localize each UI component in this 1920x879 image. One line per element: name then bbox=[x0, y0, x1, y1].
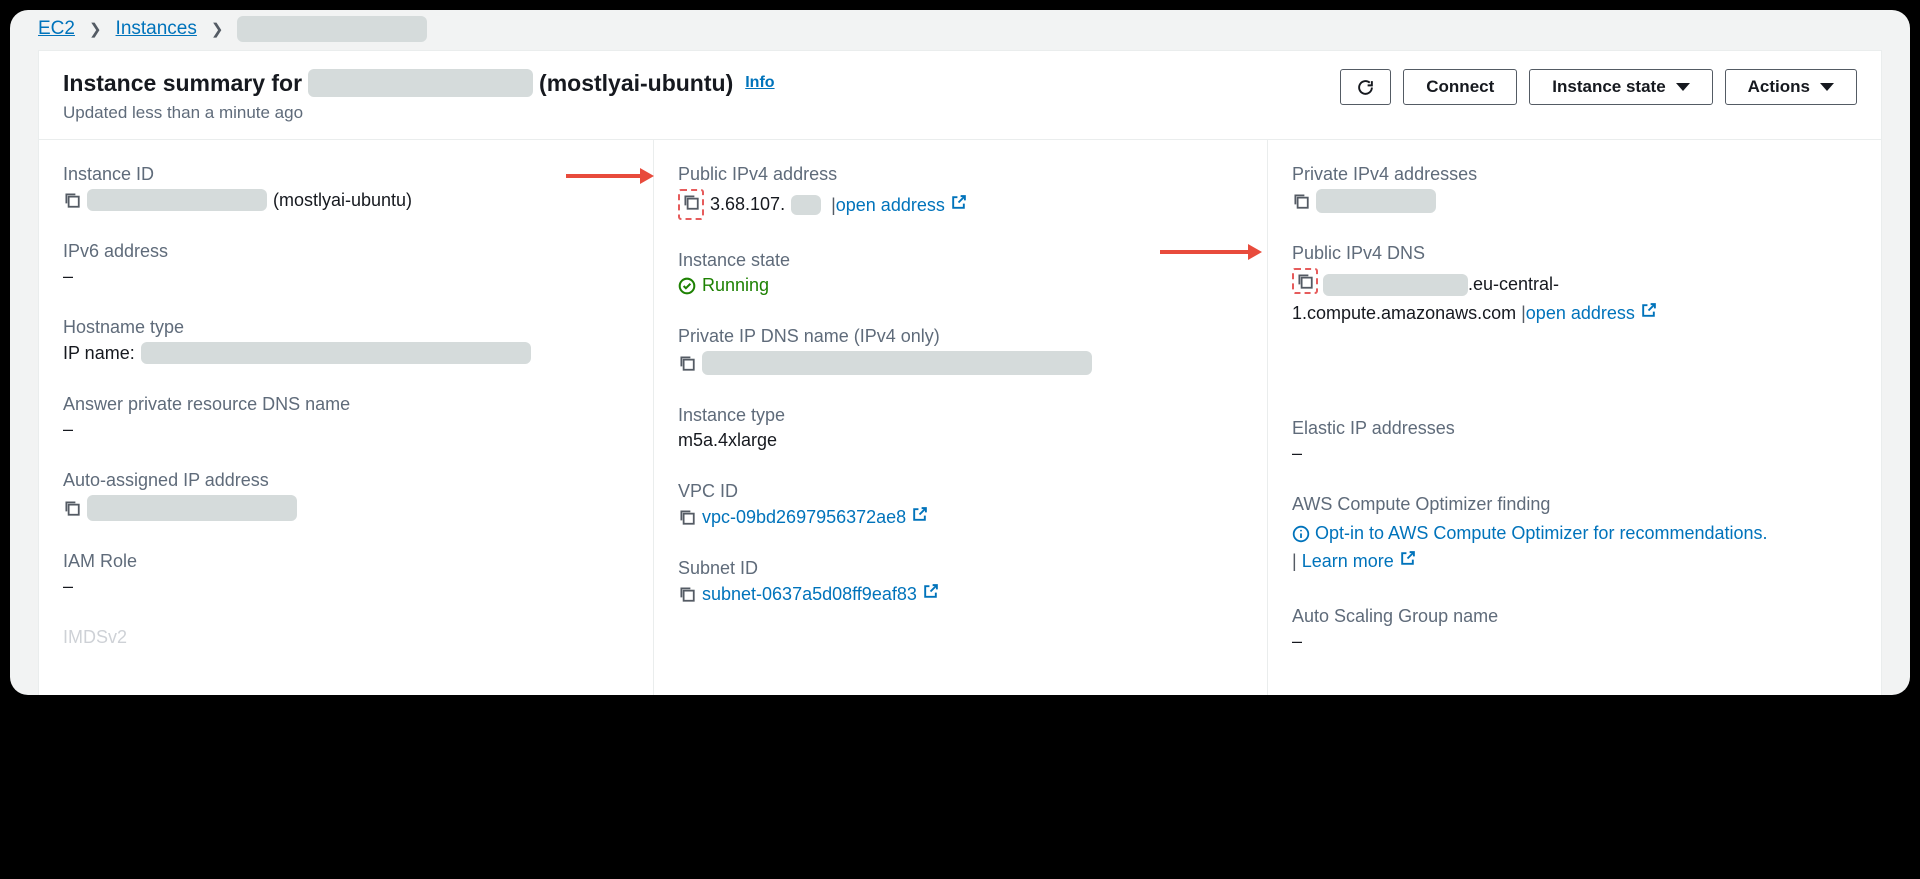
copy-icon[interactable] bbox=[63, 499, 81, 517]
private-ipv4-redacted bbox=[1316, 189, 1436, 213]
external-link-icon bbox=[922, 583, 939, 600]
refresh-icon bbox=[1357, 79, 1374, 96]
copy-icon[interactable] bbox=[1292, 192, 1310, 210]
label-public-dns: Public IPv4 DNS bbox=[1292, 243, 1857, 264]
chevron-right-icon: ❯ bbox=[211, 20, 224, 38]
auto-ip-redacted bbox=[87, 495, 297, 521]
breadcrumb: EC2 ❯ Instances ❯ bbox=[10, 10, 1910, 50]
breadcrumb-ec2[interactable]: EC2 bbox=[38, 18, 75, 40]
open-address-link[interactable]: open address bbox=[836, 195, 967, 215]
learn-more-link[interactable]: Learn more bbox=[1302, 551, 1416, 571]
value-answer-dns: – bbox=[63, 419, 629, 440]
info-circle-icon bbox=[1292, 525, 1310, 543]
copy-icon[interactable] bbox=[678, 354, 696, 372]
copy-icon[interactable] bbox=[678, 508, 696, 526]
instance-state-button[interactable]: Instance state bbox=[1529, 69, 1712, 105]
private-dns-redacted bbox=[702, 351, 1092, 375]
open-address-link[interactable]: open address bbox=[1526, 303, 1657, 323]
value-elastic-ip: – bbox=[1292, 443, 1857, 464]
label-subnet-id: Subnet ID bbox=[678, 558, 1243, 579]
copy-icon[interactable] bbox=[682, 193, 700, 211]
breadcrumb-instances[interactable]: Instances bbox=[116, 18, 197, 40]
label-private-dns: Private IP DNS name (IPv4 only) bbox=[678, 326, 1243, 347]
label-instance-type: Instance type bbox=[678, 405, 1243, 426]
value-ipv6: – bbox=[63, 266, 629, 287]
external-link-icon bbox=[911, 506, 928, 523]
page-title: Instance summary for (mostlyai-ubuntu) I… bbox=[63, 69, 775, 97]
label-instance-id: Instance ID bbox=[63, 164, 629, 185]
annotation-highlight bbox=[1292, 268, 1318, 294]
value-instance-type: m5a.4xlarge bbox=[678, 430, 1243, 451]
instance-id-redacted bbox=[87, 189, 267, 211]
hostname-redacted bbox=[141, 342, 531, 364]
optimizer-link[interactable]: Opt-in to AWS Compute Optimizer for reco… bbox=[1315, 523, 1768, 543]
public-ipv4-redacted bbox=[791, 195, 821, 215]
copy-icon[interactable] bbox=[678, 585, 696, 603]
label-iam-role: IAM Role bbox=[63, 551, 629, 572]
breadcrumb-instance-id-redacted bbox=[237, 16, 427, 42]
title-instance-id-redacted bbox=[308, 69, 533, 97]
public-dns-redacted bbox=[1323, 274, 1468, 296]
label-private-ipv4: Private IPv4 addresses bbox=[1292, 164, 1857, 185]
label-asg: Auto Scaling Group name bbox=[1292, 606, 1857, 627]
label-answer-dns: Answer private resource DNS name bbox=[63, 394, 629, 415]
label-elastic-ip: Elastic IP addresses bbox=[1292, 418, 1857, 439]
instance-summary-panel: Instance summary for (mostlyai-ubuntu) I… bbox=[38, 50, 1882, 695]
annotation-highlight bbox=[678, 189, 704, 220]
value-asg: – bbox=[1292, 631, 1857, 652]
connect-button[interactable]: Connect bbox=[1403, 69, 1517, 105]
label-instance-state: Instance state bbox=[678, 250, 1243, 271]
label-public-ipv4: Public IPv4 address bbox=[678, 164, 1243, 185]
external-link-icon bbox=[1640, 302, 1657, 319]
chevron-right-icon: ❯ bbox=[89, 20, 102, 38]
label-hostname-type: Hostname type bbox=[63, 317, 629, 338]
label-vpc-id: VPC ID bbox=[678, 481, 1243, 502]
vpc-link[interactable]: vpc-09bd2697956372ae8 bbox=[702, 506, 928, 528]
refresh-button[interactable] bbox=[1340, 69, 1391, 105]
label-imds: IMDSv2 bbox=[63, 627, 629, 648]
label-optimizer: AWS Compute Optimizer finding bbox=[1292, 494, 1857, 515]
caret-down-icon bbox=[1820, 83, 1834, 91]
external-link-icon bbox=[1399, 550, 1416, 567]
value-iam-role: – bbox=[63, 576, 629, 597]
label-ipv6: IPv6 address bbox=[63, 241, 629, 262]
copy-icon[interactable] bbox=[1296, 272, 1314, 290]
last-updated: Updated less than a minute ago bbox=[63, 103, 775, 123]
subnet-link[interactable]: subnet-0637a5d08ff9eaf83 bbox=[702, 583, 939, 605]
copy-icon[interactable] bbox=[63, 191, 81, 209]
check-circle-icon bbox=[678, 277, 696, 295]
external-link-icon bbox=[950, 194, 967, 211]
status-running: Running bbox=[678, 275, 769, 296]
actions-button[interactable]: Actions bbox=[1725, 69, 1857, 105]
info-link[interactable]: Info bbox=[745, 74, 774, 92]
label-auto-ip: Auto-assigned IP address bbox=[63, 470, 629, 491]
caret-down-icon bbox=[1676, 83, 1690, 91]
